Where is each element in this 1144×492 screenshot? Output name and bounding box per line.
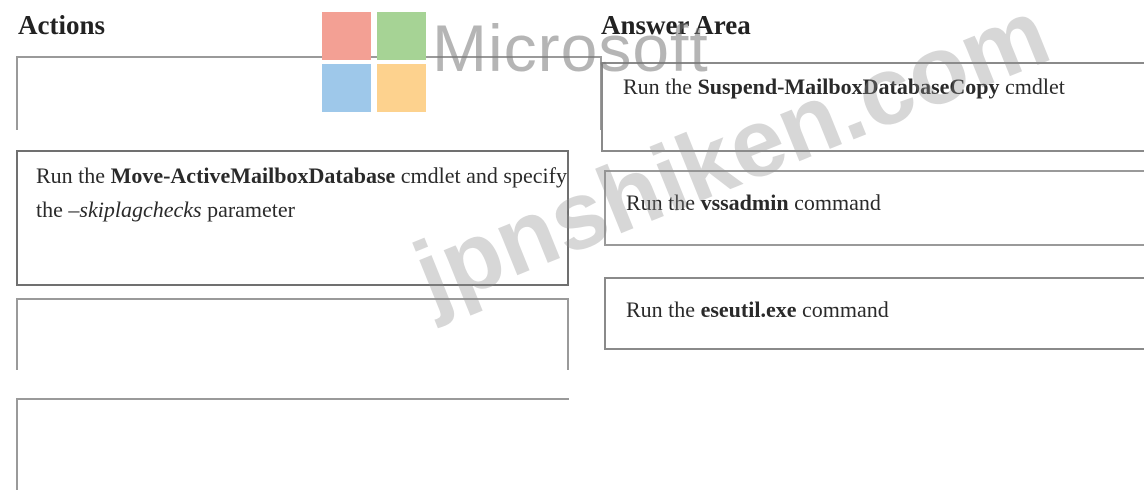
action-move-active-mailbox-database[interactable]: Run the Move-ActiveMailboxDatabase cmdle… [16, 150, 569, 286]
answer-eseutil[interactable]: Run the eseutil.exe command [604, 277, 1144, 350]
answer-label: Run the vssadmin command [626, 190, 881, 215]
answer-area-heading: Answer Area [601, 10, 751, 40]
action-label: Run the Move-ActiveMailboxDatabase cmdle… [36, 163, 567, 222]
answer-suspend-mailbox-database-copy[interactable]: Run the Suspend-MailboxDatabaseCopy cmdl… [601, 62, 1144, 152]
answer-label: Run the Suspend-MailboxDatabaseCopy cmdl… [623, 74, 1065, 99]
action-empty-slot-1[interactable] [16, 56, 602, 130]
action-empty-slot-4[interactable] [16, 398, 569, 490]
logo-red-tile [322, 12, 371, 60]
action-empty-slot-3[interactable] [16, 298, 569, 370]
actions-heading: Actions [18, 10, 105, 40]
answer-label: Run the eseutil.exe command [626, 297, 889, 322]
logo-green-tile [377, 12, 426, 60]
answer-vssadmin[interactable]: Run the vssadmin command [604, 170, 1144, 246]
